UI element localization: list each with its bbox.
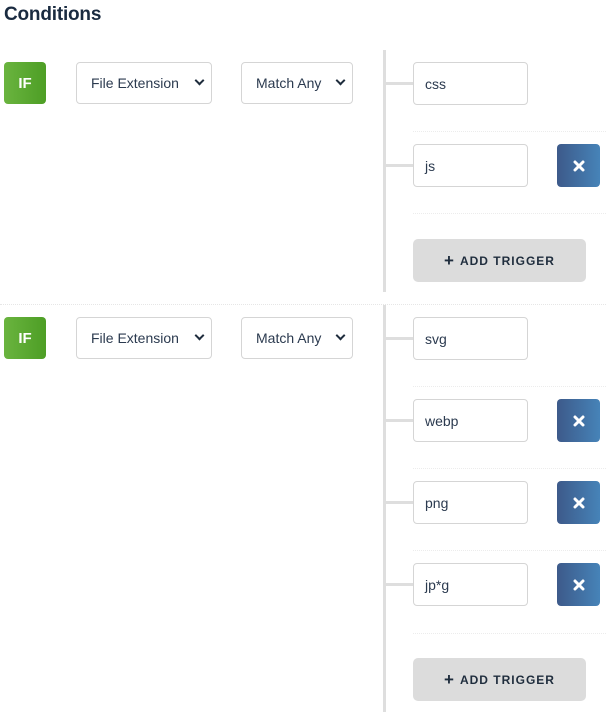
if-badge: IF — [4, 317, 46, 359]
close-icon — [573, 415, 584, 426]
chevron-down-icon — [335, 75, 346, 86]
plus-icon: + — [444, 670, 455, 689]
close-icon — [573, 160, 584, 171]
page-title: Conditions — [4, 4, 102, 25]
remove-trigger-button[interactable] — [557, 144, 600, 187]
if-badge: IF — [4, 62, 46, 104]
match-select[interactable]: Match Any — [241, 317, 353, 359]
close-icon — [573, 579, 584, 590]
match-select-value: Match Any — [256, 75, 322, 91]
trigger-input[interactable]: jp*g — [413, 563, 528, 606]
tree-branch — [386, 583, 414, 586]
row-divider — [413, 131, 606, 132]
trigger-input[interactable]: png — [413, 481, 528, 524]
tree-branch — [386, 337, 414, 340]
close-icon — [573, 497, 584, 508]
remove-trigger-button[interactable] — [557, 481, 600, 524]
row-divider — [413, 386, 606, 387]
row-divider — [413, 468, 606, 469]
tree-line — [383, 305, 386, 712]
tree-branch — [386, 419, 414, 422]
add-trigger-label: ADD TRIGGER — [459, 672, 555, 687]
match-select-value: Match Any — [256, 330, 322, 346]
field-select-value: File Extension — [91, 75, 179, 91]
plus-icon: + — [444, 251, 455, 270]
row-divider — [413, 213, 606, 214]
trigger-input[interactable]: js — [413, 144, 528, 187]
row-divider — [413, 633, 606, 634]
tree-branch — [386, 82, 414, 85]
tree-branch — [386, 164, 414, 167]
trigger-input[interactable]: svg — [413, 317, 528, 360]
group-divider — [0, 304, 606, 305]
remove-trigger-button[interactable] — [557, 399, 600, 442]
chevron-down-icon — [194, 75, 205, 86]
tree-line — [383, 50, 386, 292]
trigger-input[interactable]: css — [413, 62, 528, 105]
chevron-down-icon — [335, 330, 346, 341]
row-divider — [413, 550, 606, 551]
field-select[interactable]: File Extension — [76, 317, 212, 359]
field-select[interactable]: File Extension — [76, 62, 212, 104]
chevron-down-icon — [194, 330, 205, 341]
match-select[interactable]: Match Any — [241, 62, 353, 104]
add-trigger-button[interactable]: + ADD TRIGGER — [413, 239, 586, 282]
add-trigger-label: ADD TRIGGER — [459, 253, 555, 268]
tree-branch — [386, 501, 414, 504]
field-select-value: File Extension — [91, 330, 179, 346]
remove-trigger-button[interactable] — [557, 563, 600, 606]
trigger-input[interactable]: webp — [413, 399, 528, 442]
add-trigger-button[interactable]: + ADD TRIGGER — [413, 658, 586, 701]
